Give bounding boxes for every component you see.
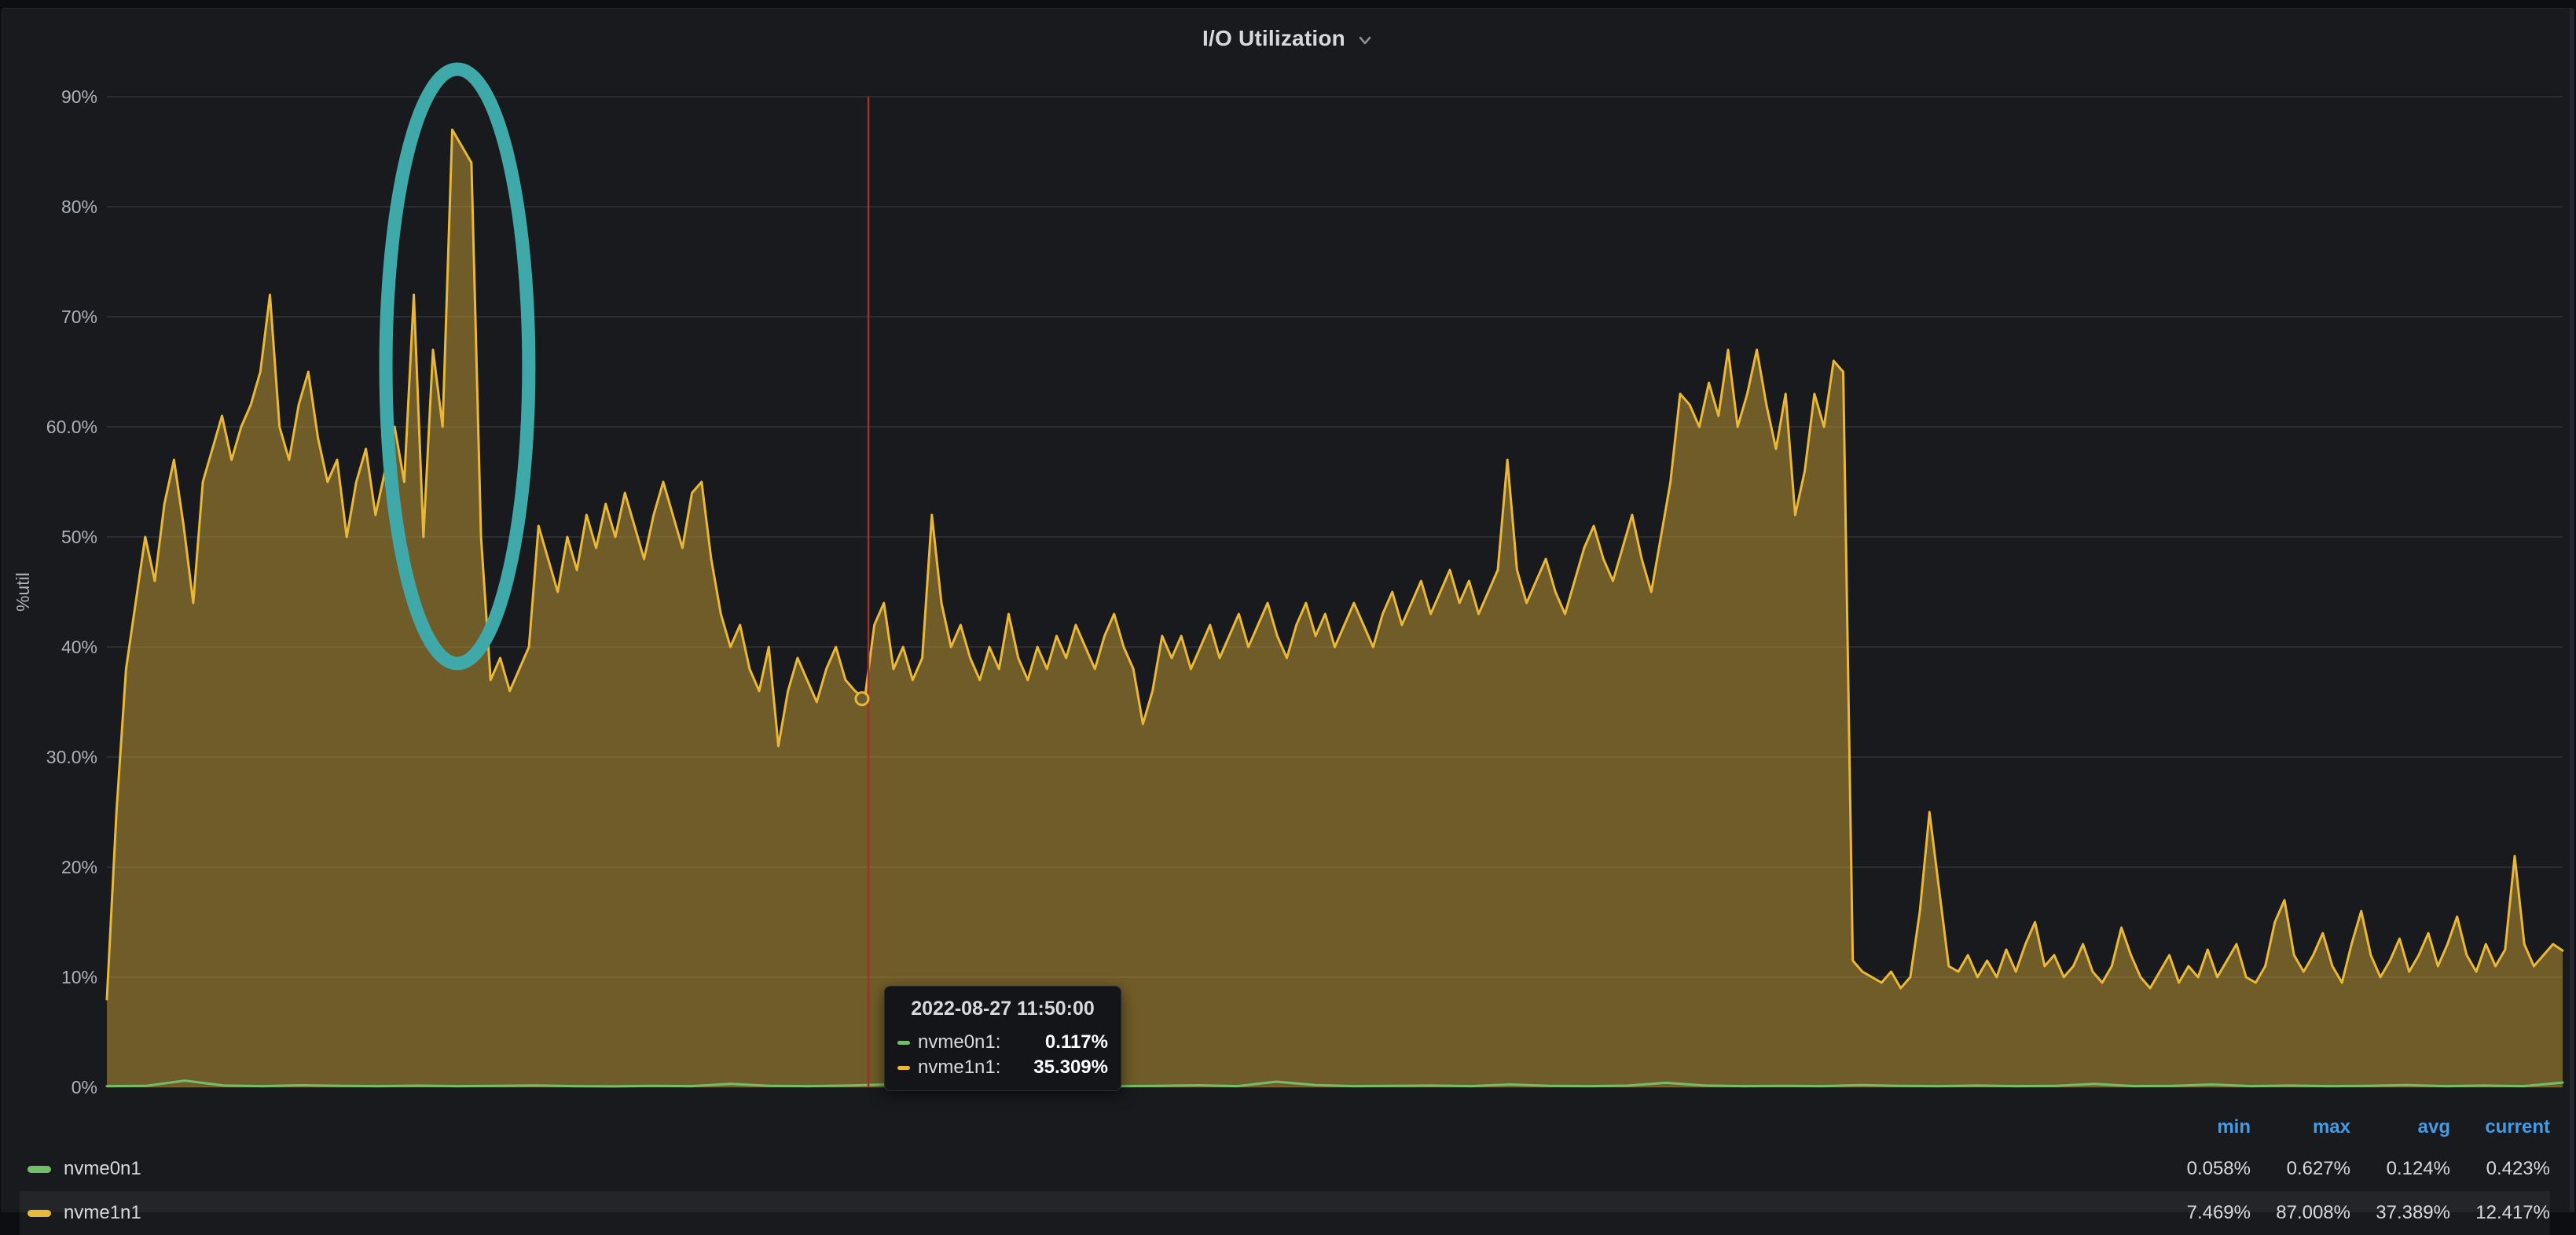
y-tick-label: 30.0%	[46, 747, 97, 767]
y-tick-label: 0%	[72, 1077, 97, 1097]
legend-stats: 7.469% 87.008% 37.389% 12.417%	[2151, 1202, 2550, 1224]
y-tick-label: 40%	[61, 637, 97, 657]
y-tick-label: 70%	[61, 307, 97, 327]
stat-current: 0.423%	[2450, 1158, 2550, 1180]
y-tick-label: 50%	[61, 527, 97, 547]
tooltip-series-name: nvme1n1:	[918, 1057, 1000, 1079]
stat-current: 12.417%	[2450, 1202, 2550, 1224]
y-tick-label: 20%	[61, 857, 97, 877]
y-tick-label: 90%	[61, 86, 97, 107]
legend-row-nvme0n1[interactable]: nvme0n1 0.058% 0.627% 0.124% 0.423%	[20, 1147, 2550, 1191]
series-swatch-nvme0n1	[897, 1041, 910, 1045]
y-axis-title: %util	[13, 572, 33, 612]
hover-point-marker	[856, 693, 868, 705]
timeseries-chart[interactable]: 0% 10% 20% 30.0% 40% 50% 60.0% 70% 80% 90% %util	[2, 9, 2576, 1221]
legend-swatch-nvme1n1[interactable]	[28, 1210, 51, 1217]
page-background-strip	[0, 0, 2576, 8]
legend-swatch-nvme0n1[interactable]	[28, 1166, 51, 1173]
tooltip-timestamp: 2022-08-27 11:50:00	[897, 998, 1108, 1020]
stat-avg: 37.389%	[2350, 1202, 2450, 1224]
legend: min max avg current nvme0n1 0.058% 0.627…	[20, 1147, 2550, 1235]
y-tick-label: 60.0%	[46, 417, 97, 437]
legend-header-current[interactable]: current	[2450, 1116, 2550, 1138]
series-swatch-nvme1n1	[897, 1066, 910, 1070]
stat-min: 7.469%	[2151, 1202, 2251, 1224]
legend-header-avg[interactable]: avg	[2350, 1116, 2450, 1138]
stat-avg: 0.124%	[2350, 1158, 2450, 1180]
legend-label-nvme0n1[interactable]: nvme0n1	[64, 1158, 141, 1180]
legend-row-nvme1n1[interactable]: nvme1n1 7.469% 87.008% 37.389% 12.417%	[20, 1191, 2550, 1235]
tooltip-series-value: 35.309%	[1033, 1057, 1108, 1079]
y-tick-label: 80%	[61, 197, 97, 217]
y-tick-label: 10%	[61, 967, 97, 987]
legend-stats: 0.058% 0.627% 0.124% 0.423%	[2151, 1158, 2550, 1180]
chart-tooltip: 2022-08-27 11:50:00 nvme0n1: 0.117% nvme…	[884, 986, 1121, 1091]
tooltip-series-name: nvme0n1:	[918, 1031, 1000, 1053]
scrollbar[interactable]	[2570, 8, 2574, 1212]
legend-label-nvme1n1[interactable]: nvme1n1	[64, 1202, 141, 1224]
legend-header-row: min max avg current	[20, 1114, 2550, 1141]
tooltip-series-value: 0.117%	[1045, 1031, 1108, 1053]
tooltip-row: nvme1n1: 35.309%	[897, 1055, 1108, 1080]
graph-panel: I/O Utilization 0%10%20%30.0%40%50%60.0%…	[2, 8, 2574, 1212]
legend-header-max[interactable]: max	[2251, 1116, 2350, 1138]
stat-min: 0.058%	[2151, 1158, 2251, 1180]
stat-max: 0.627%	[2251, 1158, 2350, 1180]
tooltip-row: nvme0n1: 0.117%	[897, 1030, 1108, 1055]
legend-header-min[interactable]: min	[2151, 1116, 2251, 1138]
stat-max: 87.008%	[2251, 1202, 2350, 1224]
